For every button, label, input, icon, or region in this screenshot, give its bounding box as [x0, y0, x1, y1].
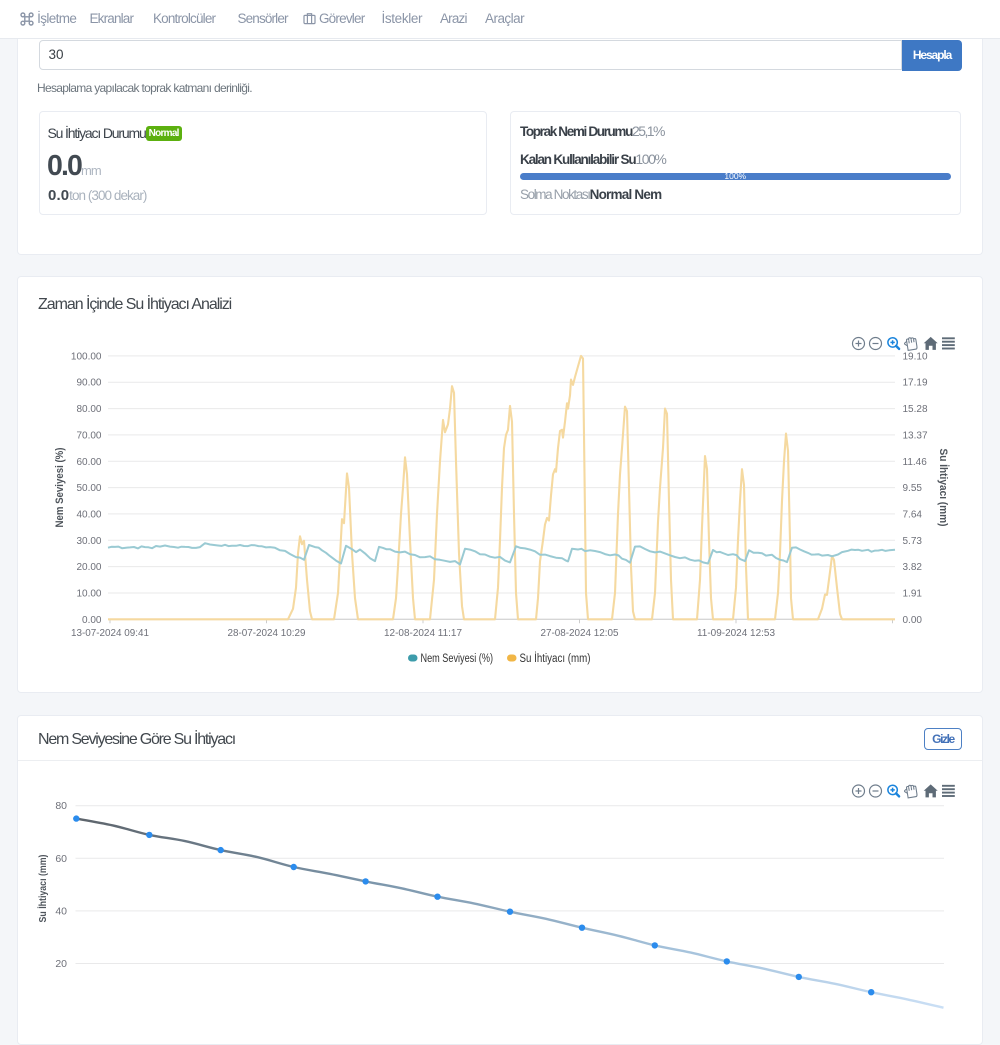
svg-text:60: 60: [55, 852, 67, 864]
svg-text:13.37: 13.37: [903, 430, 928, 441]
svg-text:40: 40: [55, 905, 67, 917]
svg-text:27-08-2024 12:05: 27-08-2024 12:05: [541, 628, 619, 639]
svg-text:7.64: 7.64: [903, 509, 923, 520]
svg-text:80: 80: [55, 800, 67, 812]
svg-text:50.00: 50.00: [76, 483, 101, 494]
svg-text:10.00: 10.00: [76, 589, 101, 600]
svg-text:0.00: 0.00: [82, 615, 102, 626]
svg-text:80.00: 80.00: [76, 404, 101, 415]
svg-text:30.00: 30.00: [76, 536, 101, 547]
svg-text:28-07-2024 10:29: 28-07-2024 10:29: [228, 628, 306, 639]
svg-text:70.00: 70.00: [76, 430, 101, 441]
svg-text:Su İhtiyacı (mm): Su İhtiyacı (mm): [937, 449, 950, 527]
svg-text:Su İhtiyacı (mm): Su İhtiyacı (mm): [520, 652, 591, 665]
svg-text:15.28: 15.28: [903, 404, 928, 415]
svg-text:17.19: 17.19: [903, 378, 928, 389]
svg-text:Nem Seviyesi (%): Nem Seviyesi (%): [421, 653, 494, 665]
svg-text:5.73: 5.73: [903, 536, 923, 547]
svg-text:0.00: 0.00: [903, 615, 923, 626]
svg-text:Nem Seviyesi (%): Nem Seviyesi (%): [54, 447, 66, 527]
svg-text:90.00: 90.00: [76, 378, 101, 389]
svg-text:100.00: 100.00: [71, 351, 102, 362]
svg-text:20: 20: [55, 958, 67, 970]
svg-text:13-07-2024 09:41: 13-07-2024 09:41: [71, 628, 149, 639]
svg-text:60.00: 60.00: [76, 457, 101, 468]
svg-text:1.91: 1.91: [903, 589, 923, 600]
svg-text:20.00: 20.00: [76, 562, 101, 573]
svg-text:19.10: 19.10: [903, 351, 928, 362]
svg-text:11-09-2024 12:53: 11-09-2024 12:53: [697, 628, 775, 639]
svg-text:3.82: 3.82: [903, 562, 923, 573]
svg-text:11.46: 11.46: [903, 457, 928, 468]
svg-text:9.55: 9.55: [903, 483, 923, 494]
svg-text:12-08-2024 11:17: 12-08-2024 11:17: [384, 628, 462, 639]
svg-text:40.00: 40.00: [76, 509, 101, 520]
svg-text:Su İhtiyacı (mm): Su İhtiyacı (mm): [36, 854, 49, 922]
